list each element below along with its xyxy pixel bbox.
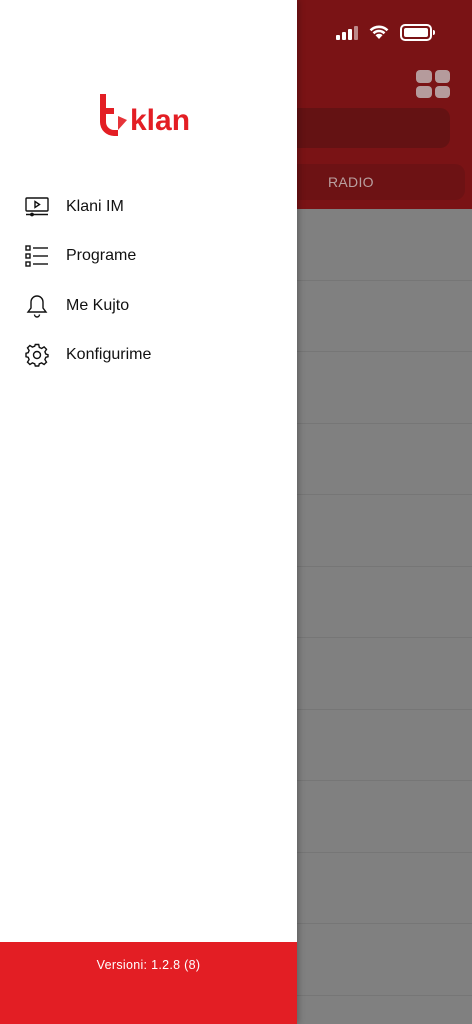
list-icon [24,243,50,269]
side-drawer: klan Klani IM Programe Me Kujto Konfigur… [0,0,297,1024]
gear-icon [24,342,50,368]
grid-view-icon[interactable] [416,70,450,98]
menu-item-programe[interactable]: Programe [0,232,297,282]
status-bar [336,22,435,42]
tab-radio[interactable]: RADIO [328,174,374,190]
svg-text:klan: klan [130,104,190,137]
menu-item-label: Konfigurime [66,346,152,364]
drawer-footer: Versioni: 1.2.8 (8) [0,942,297,1024]
wifi-icon [369,25,389,39]
klan-logo: klan [100,94,190,137]
tv-play-icon [24,194,50,220]
menu-item-label: Programe [66,247,137,265]
drawer-menu: Klani IM Programe Me Kujto Konfigurime [0,182,297,380]
menu-item-konfigurime[interactable]: Konfigurime [0,331,297,381]
cellular-signal-icon [336,24,358,40]
battery-icon [400,23,435,41]
version-label: Versioni: 1.2.8 (8) [96,958,201,972]
bell-icon [24,293,50,319]
menu-item-me-kujto[interactable]: Me Kujto [0,281,297,331]
menu-item-label: Klani IM [66,197,124,215]
menu-item-label: Me Kujto [66,296,130,314]
menu-item-klani-im[interactable]: Klani IM [0,182,297,232]
